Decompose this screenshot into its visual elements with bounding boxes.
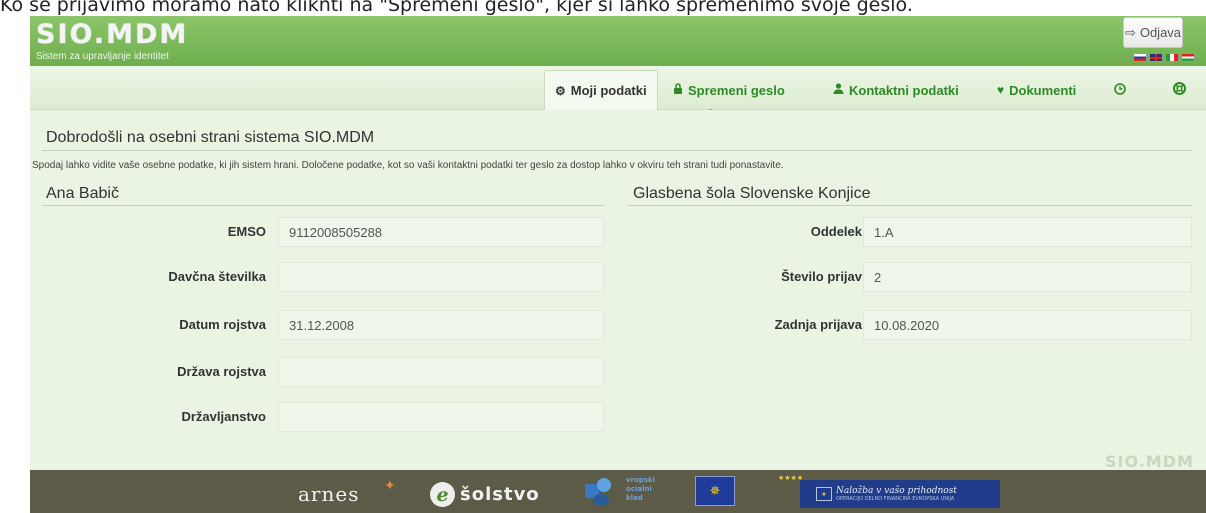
field-label: Državljanstvo xyxy=(181,409,266,424)
footer: arnes ✦ e šolstvo vropski ocialni klad ✵… xyxy=(30,470,1206,513)
main-navbar: ⚙ Moji podatki Spremeni geslo Kontaktni … xyxy=(30,66,1206,110)
tab-dokumenti[interactable]: ♥ Dokumenti xyxy=(997,70,1076,110)
solstvo-logo-text[interactable]: šolstvo xyxy=(460,484,540,505)
eu-investment-banner[interactable]: ★ Naložba v vašo prihodnost OPERACIJO DE… xyxy=(800,480,1000,508)
field-label: Davčna številka xyxy=(168,269,266,284)
field-row-oddelek: Oddelek 1.A xyxy=(628,217,1192,247)
field-label: Zadnja prijava xyxy=(774,317,862,332)
logout-label: Odjava xyxy=(1139,25,1182,40)
tab-label: Spremeni geslo xyxy=(688,82,785,98)
esf-logo-icon[interactable] xyxy=(585,476,615,508)
eu-banner-subtext: OPERACIJO DELNO FINANCIRA EVROPSKA UNIJA xyxy=(836,496,955,502)
tab-label: Moji podatki xyxy=(570,83,647,98)
field-row-davcna: Davčna številka xyxy=(30,262,604,292)
field-value-drzavljanstvo xyxy=(278,402,604,432)
field-value-oddelek: 1.A xyxy=(863,217,1192,247)
tab-moji-podatki[interactable]: ⚙ Moji podatki xyxy=(544,70,658,110)
arnes-mark-icon: ✦ xyxy=(384,478,396,494)
school-name-heading: Glasbena šola Slovenske Konjice xyxy=(633,185,871,202)
intro-text: Spodaj lahko vidite vaše osebne podatke,… xyxy=(32,160,784,171)
page-title: Dobrodošli na osebni strani sistema SIO.… xyxy=(46,129,375,146)
heart-icon: ♥ xyxy=(997,83,1005,97)
app-header: SIO.MDM Sistem za upravljanje identitet … xyxy=(30,16,1206,66)
clock-icon xyxy=(1114,82,1126,98)
field-row-drzavljanstvo: Državljanstvo xyxy=(30,402,604,432)
uk-flag-icon[interactable] xyxy=(1149,53,1163,62)
tab-history[interactable] xyxy=(1114,70,1126,110)
main-content: Dobrodošli na osebni strani sistema SIO.… xyxy=(30,110,1206,471)
sio-mdm-logo[interactable]: SIO.MDM xyxy=(36,19,188,50)
field-row-emso: EMSO 9112008505288 xyxy=(30,217,604,247)
hungarian-flag-icon[interactable] xyxy=(1181,53,1195,62)
field-label: Država rojstva xyxy=(177,364,266,379)
field-value-stevilo-prijav: 2 xyxy=(863,262,1192,292)
person-name-heading: Ana Babič xyxy=(46,185,119,202)
field-label: Oddelek xyxy=(810,224,862,239)
field-value-emso: 9112008505288 xyxy=(278,217,604,247)
dashboard-icon: ⚙ xyxy=(555,83,566,98)
field-row-datum-rojstva: Datum rojstva 31.12.2008 xyxy=(30,310,604,340)
logout-button[interactable]: ⇨ Odjava xyxy=(1123,17,1183,48)
divider xyxy=(628,205,1192,206)
field-label: Datum rojstva xyxy=(179,317,266,332)
eu-banner-text: Naložba v vašo prihodnost xyxy=(836,486,957,496)
tab-kontaktni-podatki[interactable]: Kontaktni podatki xyxy=(833,70,959,110)
e-solstvo-logo-icon[interactable]: e xyxy=(430,482,455,507)
field-value-zadnja-prijava: 10.08.2020 xyxy=(863,310,1192,340)
esf-logo-text: vropski ocialni klad xyxy=(626,476,656,502)
eu-flag-icon[interactable]: ✵ xyxy=(695,476,735,506)
language-flags xyxy=(1133,53,1195,62)
sign-out-icon: ⇨ xyxy=(1124,24,1136,40)
sio-mdm-watermark-logo: SIO.MDM xyxy=(1105,452,1194,471)
lock-icon xyxy=(673,83,683,97)
field-row-zadnja-prijava: Zadnja prijava 10.08.2020 xyxy=(628,310,1192,340)
tab-spremeni-geslo[interactable]: Spremeni geslo xyxy=(673,70,785,110)
tab-label: Dokumenti xyxy=(1009,82,1077,98)
divider xyxy=(42,205,604,206)
field-row-drzava-rojstva: Država rojstva xyxy=(30,357,604,387)
divider xyxy=(42,150,1192,151)
lifebuoy-icon xyxy=(1173,82,1186,98)
tab-help[interactable] xyxy=(1173,70,1186,110)
slovenian-flag-icon[interactable] xyxy=(1133,53,1147,62)
tab-label: Kontaktni podatki xyxy=(849,82,959,98)
field-row-stevilo-prijav: Število prijav 2 xyxy=(628,262,1192,292)
arnes-logo[interactable]: arnes xyxy=(298,482,359,506)
field-label: EMSO xyxy=(227,224,266,239)
italian-flag-icon[interactable] xyxy=(1165,53,1179,62)
field-value-datum-rojstva: 31.12.2008 xyxy=(278,310,604,340)
field-label: Število prijav xyxy=(781,269,862,284)
user-icon xyxy=(833,83,844,97)
eu-flag-small-icon: ★ xyxy=(816,487,832,501)
field-value-davcna xyxy=(278,262,604,292)
field-value-drzava-rojstva xyxy=(278,357,604,387)
app-subtitle: Sistem za upravljanje identitet xyxy=(36,51,169,62)
